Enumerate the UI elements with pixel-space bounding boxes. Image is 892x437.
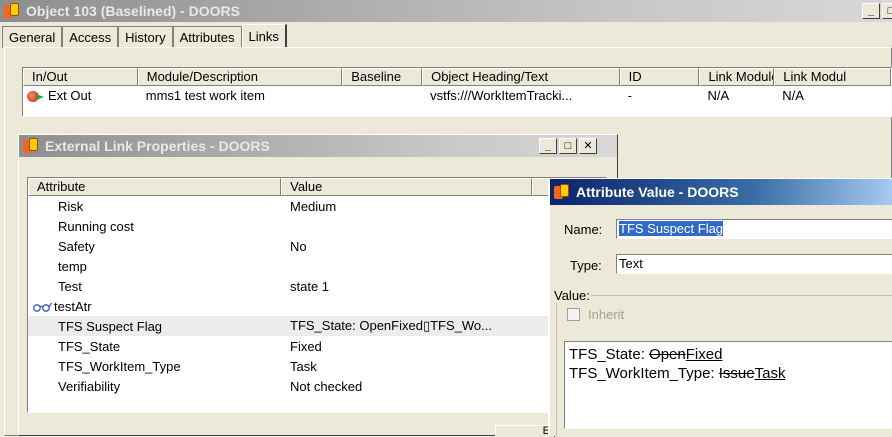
table-row[interactable]: Safety No xyxy=(28,236,606,256)
partial-button[interactable]: E xyxy=(495,425,555,437)
table-row-selected[interactable]: TFS Suspect Flag TFS_State: OpenFixed▯TFS… xyxy=(28,316,606,336)
attribute-value: state 1 xyxy=(290,278,330,294)
col-link-module-2[interactable]: Link Modul xyxy=(774,68,891,86)
name-field[interactable]: TFS Suspect Flag xyxy=(616,219,892,239)
glasses-icon xyxy=(33,302,52,312)
col-value[interactable]: Value xyxy=(281,178,533,196)
type-field[interactable]: Text xyxy=(616,254,892,274)
attribute-name: TFS Suspect Flag xyxy=(58,318,163,334)
attribute-name: Risk xyxy=(58,198,84,214)
minimize-button[interactable]: _ xyxy=(862,3,880,19)
attribute-value: TFS_State: OpenFixed▯TFS_Wo... xyxy=(290,318,492,333)
attr-value-window-title: Attribute Value - DOORS xyxy=(576,184,739,200)
col-module-description[interactable]: Module/Description xyxy=(137,68,343,86)
tab-access[interactable]: Access xyxy=(62,26,119,48)
minimize-button[interactable]: _ xyxy=(539,138,557,154)
attribute-value-window: Attribute Value - DOORS Name: TFS Suspec… xyxy=(548,178,892,437)
attributes-table-header: Attribute Value xyxy=(28,178,606,196)
value-line-1: TFS_State: OpenFixed xyxy=(569,346,723,363)
col-attribute[interactable]: Attribute xyxy=(28,178,282,196)
link-module-description: mms1 test work item xyxy=(145,87,265,103)
attribute-value: Fixed xyxy=(290,338,322,354)
maximize-button[interactable]: □ xyxy=(882,3,892,19)
link-object-heading: vstfs:///WorkItemTracki... xyxy=(430,87,573,103)
link-id: - xyxy=(627,87,632,103)
attribute-name: temp xyxy=(58,258,87,274)
links-table[interactable]: In/Out Module/Description Baseline Objec… xyxy=(22,67,892,117)
col-object-heading[interactable]: Object Heading/Text xyxy=(422,68,620,86)
name-field-value: TFS Suspect Flag xyxy=(619,221,724,236)
minimize-icon: _ xyxy=(544,139,552,152)
doors-app-icon xyxy=(4,3,20,19)
maximize-icon: □ xyxy=(887,4,892,17)
table-row[interactable]: testAtr xyxy=(28,296,606,316)
doors-app-icon xyxy=(554,184,570,200)
col-link-module[interactable]: Link Module xyxy=(699,68,775,86)
col-id[interactable]: ID xyxy=(619,68,700,86)
links-table-header: In/Out Module/Description Baseline Objec… xyxy=(23,68,891,86)
attribute-value: Not checked xyxy=(290,378,363,394)
name-label: Name: xyxy=(564,222,603,237)
removed-text: Issue xyxy=(718,365,755,382)
external-link-properties-window: External Link Properties - DOORS _ □ ✕ A… xyxy=(18,134,618,437)
link-module: N/A xyxy=(707,87,730,103)
inherit-label: Inherit xyxy=(588,307,625,322)
close-button[interactable]: ✕ xyxy=(579,138,597,154)
main-title-bar[interactable]: Object 103 (Baselined) - DOORS xyxy=(0,0,892,22)
close-icon: ✕ xyxy=(583,139,593,152)
removed-text: Open xyxy=(649,346,686,363)
attribute-value: Medium xyxy=(290,198,337,214)
table-row[interactable]: Risk Medium xyxy=(28,196,606,216)
col-in-out[interactable]: In/Out xyxy=(23,68,138,86)
link-direction: Ext Out xyxy=(48,87,92,103)
maximize-button[interactable]: □ xyxy=(559,138,577,154)
type-label: Type: xyxy=(570,258,602,273)
tab-strip: General Access History Attributes Links xyxy=(2,24,287,48)
attribute-name: testAtr xyxy=(54,298,92,314)
table-row[interactable]: Ext Out mms1 test work item vstfs:///Wor… xyxy=(23,86,891,104)
attribute-name: Running cost xyxy=(58,218,134,234)
value-text-area[interactable]: TFS_State: OpenFixed TFS_WorkItem_Type: … xyxy=(564,341,892,429)
table-row[interactable]: Verifiability Not checked xyxy=(28,376,606,396)
table-row[interactable]: TFS_State Fixed xyxy=(28,336,606,356)
tab-links[interactable]: Links xyxy=(241,24,287,48)
col-baseline[interactable]: Baseline xyxy=(342,68,423,86)
external-link-icon xyxy=(27,90,44,102)
tab-general[interactable]: General xyxy=(2,26,63,48)
value-group-label: Value: xyxy=(553,288,591,303)
attributes-table[interactable]: Attribute Value Risk Medium Running cost … xyxy=(27,177,607,413)
maximize-icon: □ xyxy=(564,139,572,152)
ext-link-window-title: External Link Properties - DOORS xyxy=(45,138,270,154)
attribute-name: Safety xyxy=(58,238,95,254)
attribute-name: Verifiability xyxy=(58,378,121,394)
minimize-icon: _ xyxy=(867,4,875,17)
link-module-2: N/A xyxy=(782,87,804,103)
table-row[interactable]: temp xyxy=(28,256,606,276)
table-row[interactable]: Test state 1 xyxy=(28,276,606,296)
added-text: Fixed xyxy=(685,346,723,363)
attribute-name: TFS_State xyxy=(58,338,121,354)
ext-link-title-bar[interactable]: External Link Properties - DOORS xyxy=(19,135,617,157)
attribute-name: TFS_WorkItem_Type xyxy=(58,358,181,374)
attribute-value: No xyxy=(290,238,307,254)
table-row[interactable]: Running cost xyxy=(28,216,606,236)
main-window-title: Object 103 (Baselined) - DOORS xyxy=(26,3,240,19)
type-field-value: Text xyxy=(619,256,643,271)
value-line-2: TFS_WorkItem_Type: IssueTask xyxy=(569,365,786,382)
attribute-value: Task xyxy=(290,358,317,374)
tab-attributes[interactable]: Attributes xyxy=(172,26,242,48)
attribute-name: Test xyxy=(58,278,82,294)
added-text: Task xyxy=(754,365,786,382)
table-row[interactable]: TFS_WorkItem_Type Task xyxy=(28,356,606,376)
doors-app-icon xyxy=(23,138,39,154)
inherit-checkbox[interactable] xyxy=(567,308,580,321)
attr-value-title-bar[interactable]: Attribute Value - DOORS xyxy=(550,179,892,205)
tab-history[interactable]: History xyxy=(118,26,173,48)
